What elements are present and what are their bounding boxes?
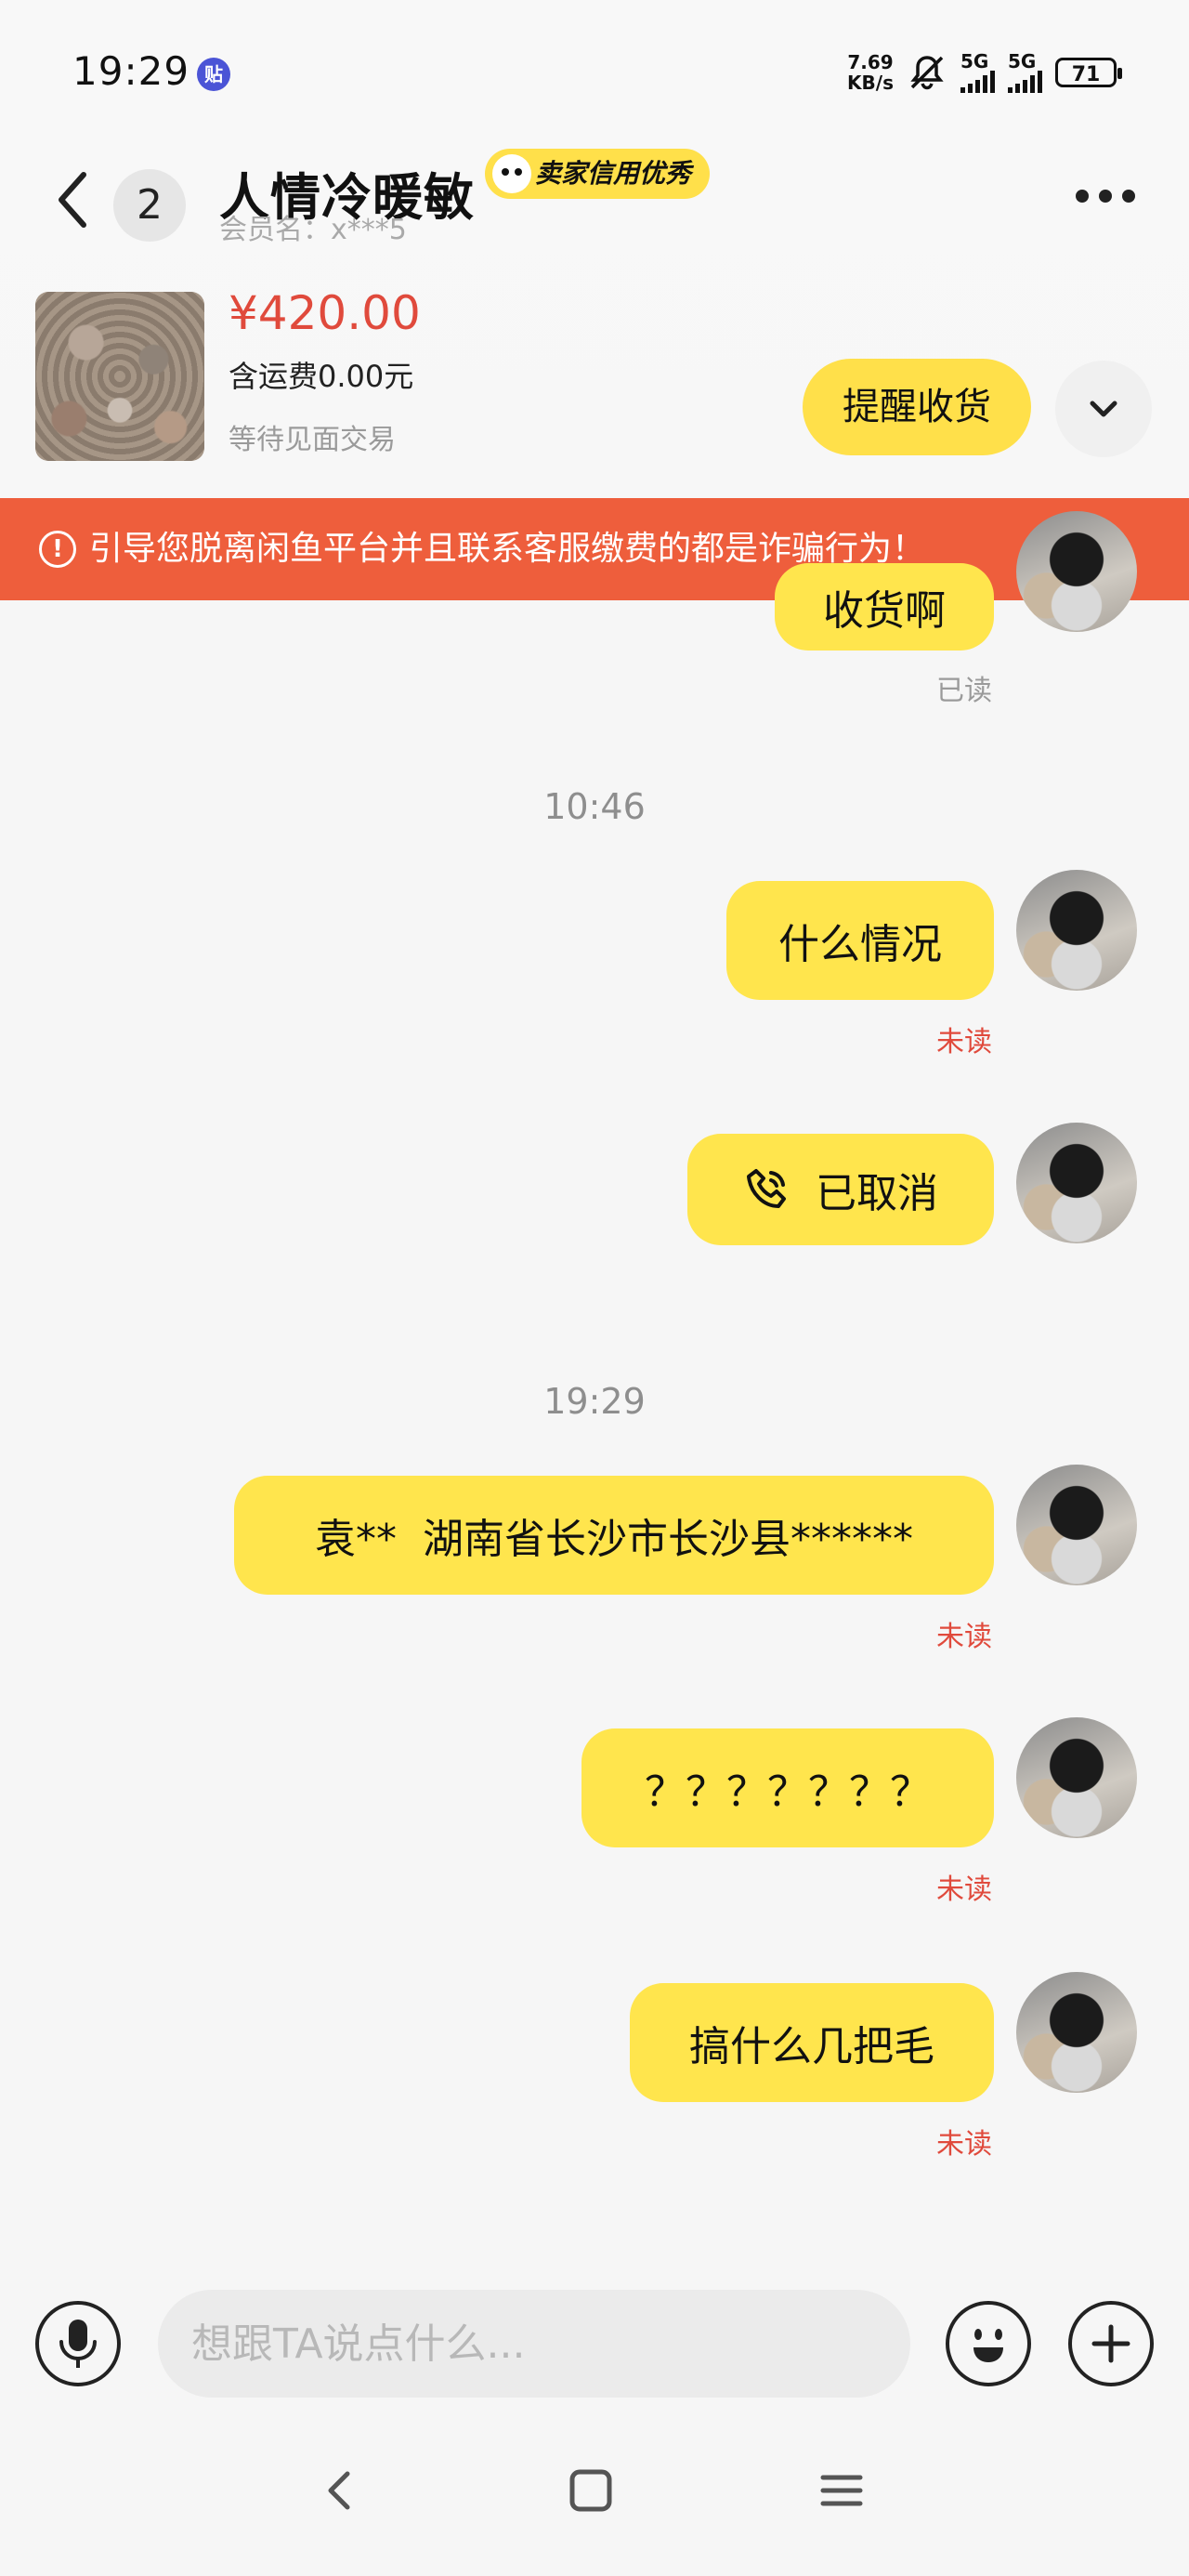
back-button[interactable] — [50, 158, 97, 242]
nav-back-icon[interactable] — [312, 2463, 368, 2518]
message-bubble[interactable]: 袁** 湖南省长沙市长沙县****** — [234, 1476, 994, 1595]
nav-menu-icon[interactable] — [814, 2463, 869, 2518]
system-nav-bar — [0, 2435, 1189, 2574]
dot-icon — [1076, 190, 1089, 203]
add-attachment-button[interactable] — [1068, 2301, 1154, 2386]
net-speed-value: 7.69 — [847, 51, 894, 73]
message-input[interactable] — [158, 2290, 910, 2398]
read-status: 未读 — [936, 1873, 992, 1906]
chevron-down-icon — [1090, 401, 1117, 417]
input-bar — [0, 2267, 1189, 2416]
signal-bars — [960, 71, 995, 93]
chat-header: 2 人情冷暖敏 卖家信用优秀 会员名：x***5 — [0, 149, 1189, 269]
unread-count-badge[interactable]: 2 — [113, 169, 186, 242]
mute-bell-icon — [910, 56, 944, 90]
avatar[interactable] — [1016, 870, 1137, 991]
dot-icon — [1122, 190, 1135, 203]
chat-area[interactable]: 收货啊 已读 10:46 什么情况 未读 已取消 19:29 袁** 湖南省长沙… — [0, 511, 1189, 2264]
expand-button[interactable] — [1055, 361, 1152, 457]
nav-home-icon[interactable] — [563, 2463, 619, 2518]
remind-receipt-button[interactable]: 提醒收货 — [803, 359, 1031, 455]
chat-timestamp: 19:29 — [543, 1381, 646, 1422]
microphone-icon — [59, 2320, 97, 2368]
avatar[interactable] — [1016, 1972, 1137, 2093]
app-notification-icon: 贴 — [197, 58, 230, 91]
emoji-icon — [973, 2329, 1003, 2362]
seller-credit-badge[interactable]: 卖家信用优秀 — [485, 149, 711, 199]
avatar[interactable] — [1016, 1717, 1137, 1838]
sim2-label: 5G — [1008, 50, 1037, 72]
chat-timestamp: 10:46 — [543, 786, 646, 827]
more-options-button[interactable] — [1076, 182, 1141, 210]
status-bar: 19:29 贴 7.69 KB/s 5G 5G 71 — [0, 0, 1189, 149]
member-id: 会员名：x***5 — [219, 214, 407, 246]
message-bubble[interactable]: ？？？？？？？ — [581, 1728, 994, 1847]
shipping-fee: 含运费0.00元 — [229, 359, 414, 394]
message-text: 已取消 — [816, 1170, 938, 1217]
message-text: 袁** 湖南省长沙市长沙县****** — [315, 1516, 913, 1563]
warning-icon: ! — [39, 531, 76, 568]
net-speed: 7.69 KB/s — [847, 52, 894, 93]
net-speed-unit: KB/s — [847, 72, 894, 94]
product-card[interactable]: ¥420.00 含运费0.00元 等待见面交易 提醒收货 — [0, 279, 1189, 498]
message-text: 收货啊 — [823, 587, 946, 635]
message-bubble[interactable]: 搞什么几把毛 — [630, 1983, 994, 2102]
phone-icon — [747, 1169, 786, 1208]
dot-icon — [1099, 190, 1112, 203]
message-bubble[interactable]: 收货啊 — [775, 563, 994, 651]
message-bubble[interactable]: 什么情况 — [726, 881, 994, 1000]
read-status: 未读 — [936, 1026, 992, 1058]
avatar[interactable] — [1016, 1123, 1137, 1243]
avatar[interactable] — [1016, 511, 1137, 632]
voice-button[interactable] — [35, 2301, 121, 2386]
read-status: 已读 — [936, 675, 992, 707]
trade-status: 等待见面交易 — [229, 424, 396, 456]
product-image[interactable] — [35, 292, 204, 461]
product-price: ¥420.00 — [229, 286, 421, 340]
signal-sim2-icon: 5G — [1008, 52, 1042, 93]
status-icons: 7.69 KB/s 5G 5G 71 — [847, 50, 1122, 95]
message-text: 什么情况 — [778, 921, 942, 968]
message-text: ？？？？？？？ — [645, 1768, 931, 1816]
emoji-button[interactable] — [946, 2301, 1031, 2386]
battery-icon: 71 — [1055, 58, 1122, 87]
fraud-warning-banner: ! 引导您脱离闲鱼平台并且联系客服缴费的都是诈骗行为！ — [0, 498, 1189, 600]
credit-badge-label: 卖家信用优秀 — [535, 158, 692, 189]
read-status: 未读 — [936, 1621, 992, 1653]
fish-mascot-icon — [492, 154, 531, 193]
message-text: 搞什么几把毛 — [689, 2023, 934, 2070]
call-message-bubble[interactable]: 已取消 — [687, 1134, 994, 1245]
signal-sim1-icon: 5G — [960, 52, 995, 93]
avatar[interactable] — [1016, 1465, 1137, 1585]
plus-icon — [1091, 2324, 1130, 2363]
status-time: 19:29 — [72, 48, 190, 94]
read-status: 未读 — [936, 2128, 992, 2161]
signal-bars — [1008, 71, 1042, 93]
sim1-label: 5G — [960, 50, 989, 72]
